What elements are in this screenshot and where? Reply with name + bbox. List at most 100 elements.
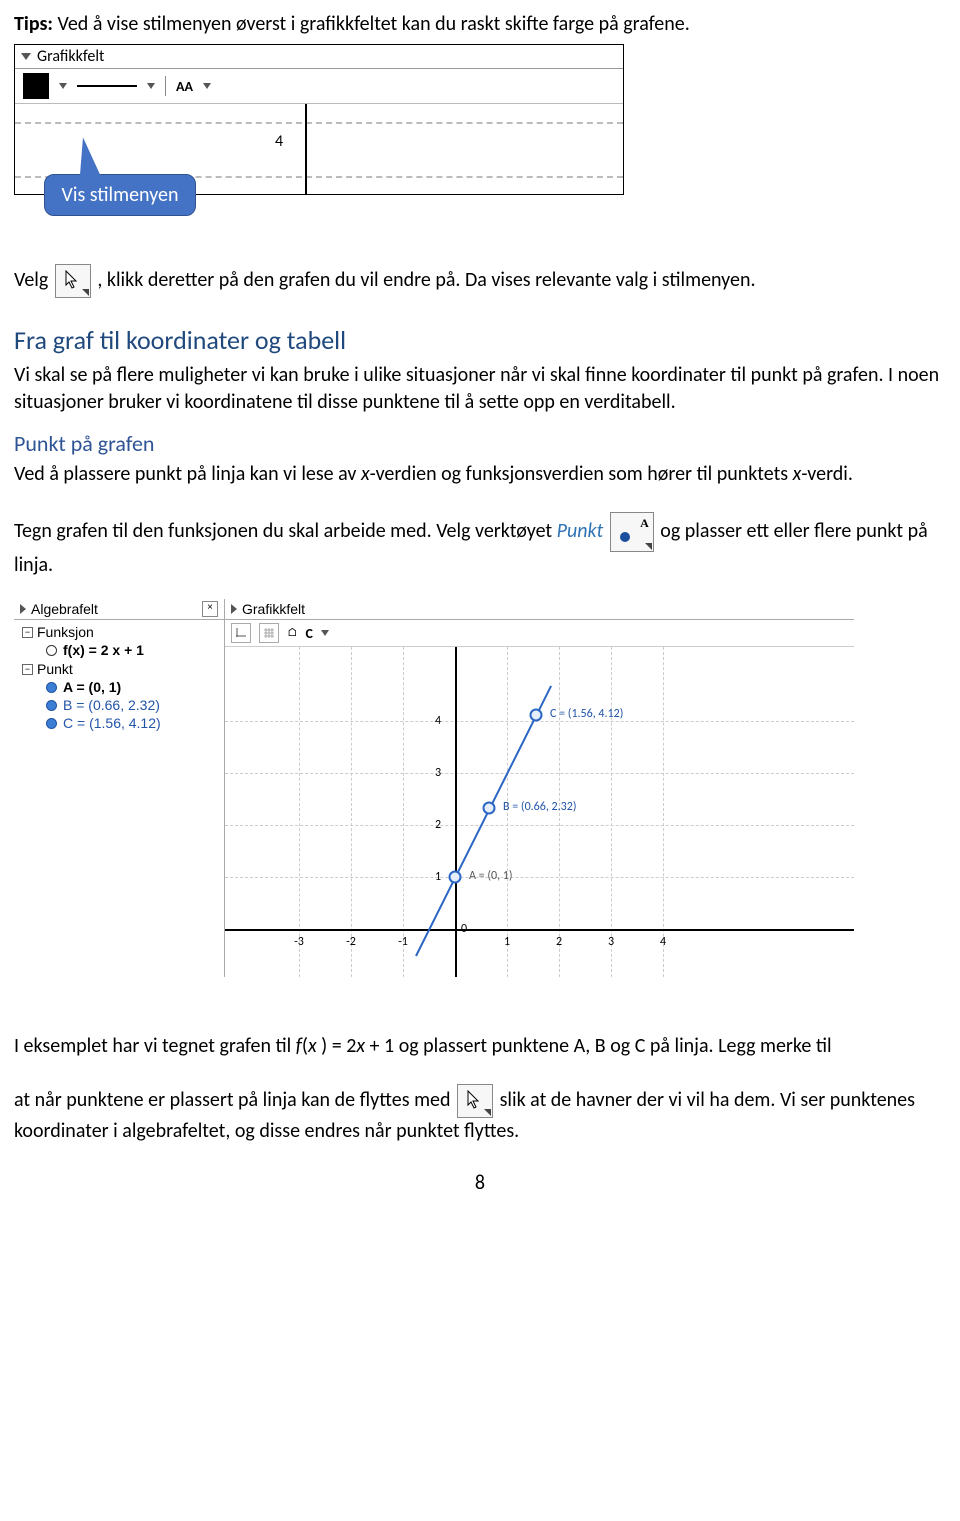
chevron-down-icon (21, 53, 31, 60)
tree-label-punkt: Punkt (37, 661, 73, 677)
heading-punkt-pa-grafen: Punkt på grafen (14, 430, 946, 457)
object-visibility-icon (46, 718, 57, 729)
eks-pre: I eksemplet har vi tegnet grafen til (14, 1034, 296, 1058)
tool-dropdown-corner-icon (82, 289, 89, 296)
tree-node-funksjon: − Funksjon (22, 624, 220, 640)
toolbar-c-label: C (306, 625, 313, 642)
grafikk-toolbar: ⌂ C (225, 620, 854, 647)
grafikkfelt-title: Grafikkfelt (37, 47, 104, 66)
move-tool-icon (457, 1084, 493, 1118)
move-tool-icon (55, 264, 91, 298)
y-tick: 3 (435, 766, 441, 780)
algebra-header: Algebrafelt × (14, 599, 224, 620)
grafikk-pane: Grafikkfelt ⌂ C (224, 599, 854, 977)
close-pane-icon: × (202, 601, 218, 617)
toolbar-separator (165, 76, 166, 96)
tegn-grafen-line: Tegn grafen til den funksjonen du skal a… (14, 512, 946, 579)
grafikkfelt-header: Grafikkfelt (15, 45, 623, 69)
grafikk-title: Grafikkfelt (242, 601, 305, 617)
velg-line: Velg , klikk deretter på den grafen du v… (14, 264, 946, 298)
y-axis (305, 104, 307, 194)
line3-pre: Tegn grafen til den funksjonen du skal a… (14, 519, 557, 543)
style-toolbar: AA (15, 69, 623, 104)
page-number: 8 (14, 1171, 946, 1195)
tips-label: Tips: (14, 12, 53, 36)
dropdown-indicator-icon (321, 630, 329, 636)
point-c-label: C = (1.56, 4.12) (550, 707, 623, 721)
dropdown-indicator-icon (147, 83, 155, 89)
var-x: x (356, 1034, 365, 1058)
tips-text: Ved å vise stilmenyen øverst i grafikkfe… (57, 12, 689, 36)
tree-item-b: B = (0.66, 2.32) (46, 697, 220, 713)
cursor-arrow-icon (467, 1090, 481, 1110)
tool-dropdown-corner-icon (484, 1109, 491, 1116)
var-x: x (361, 462, 370, 486)
velg-mid: , klikk deretter på den grafen du vil en… (97, 268, 755, 292)
point-a-dot (449, 871, 462, 884)
object-visibility-icon (46, 645, 57, 656)
color-swatch-black (23, 73, 49, 99)
object-visibility-icon (46, 682, 57, 693)
axes-toggle-icon (231, 623, 251, 643)
x-tick: 3 (608, 935, 614, 949)
example-line: I eksemplet har vi tegnet grafen til f(x… (14, 1033, 946, 1060)
point-c-dot (530, 709, 543, 722)
point-dot-icon (620, 532, 630, 542)
velg-pre: Velg (14, 268, 53, 292)
tool-name-punkt: Punkt (557, 519, 604, 543)
tips-line: Tips: Ved å vise stilmenyen øverst i gra… (14, 12, 946, 36)
y-axis (455, 647, 457, 977)
x-tick: 2 (556, 935, 562, 949)
eq-part: = 2 (327, 1034, 356, 1058)
algebra-pane: Algebrafelt × − Funksjon f(x) = 2 x + 1 … (14, 599, 224, 977)
x-axis (225, 929, 854, 931)
dropdown-indicator-icon (59, 83, 67, 89)
gridline (15, 122, 623, 124)
section2-pre: Ved å plassere punkt på linja kan vi les… (14, 462, 361, 486)
section1-body: Vi skal se på flere muligheter vi kan br… (14, 362, 946, 416)
grafikk-header: Grafikkfelt (225, 599, 854, 620)
tree-item-fx: f(x) = 2 x + 1 (46, 642, 220, 658)
figure-grafikkfelt-toolbar: Grafikkfelt AA 4 Vis stilmenyen (14, 44, 624, 244)
x-tick: -2 (346, 935, 356, 949)
algebra-tree: − Funksjon f(x) = 2 x + 1 − Punkt A = (0… (14, 620, 224, 735)
tree-item-a: A = (0, 1) (46, 679, 220, 695)
callout-vis-stilmenyen: Vis stilmenyen (44, 174, 196, 216)
object-visibility-icon (46, 700, 57, 711)
tree-item-c: C = (1.56, 4.12) (46, 715, 220, 731)
point-tool-icon: A (610, 512, 654, 552)
section2-body: Ved å plassere punkt på linja kan vi les… (14, 461, 946, 488)
line-style-sample (77, 85, 137, 87)
tree-collapse-icon: − (22, 664, 33, 675)
tool-dropdown-corner-icon (645, 543, 652, 550)
cursor-arrow-icon (65, 270, 79, 290)
heading-fra-graf: Fra graf til koordinater og tabell (14, 324, 946, 356)
point-b-def: B = (0.66, 2.32) (63, 697, 160, 713)
grid-toggle-icon (259, 623, 279, 643)
point-b-label: B = (0.66, 2.32) (503, 800, 576, 814)
y-tick: 4 (435, 714, 441, 728)
last-pre: at når punktene er plassert på linja kan… (14, 1088, 455, 1112)
tree-label-funksjon: Funksjon (37, 624, 94, 640)
tree-node-punkt: − Punkt (22, 661, 220, 677)
var-x: x (308, 1034, 317, 1058)
home-icon: ⌂ (287, 626, 298, 640)
x-tick: -1 (398, 935, 408, 949)
point-c-def: C = (1.56, 4.12) (63, 715, 161, 731)
y-tick-4: 4 (275, 132, 283, 151)
tree-collapse-icon: − (22, 627, 33, 638)
x-tick: 4 (660, 935, 666, 949)
point-a-label: A = (0, 1) (469, 869, 513, 883)
section2-mid2: -verdi. (801, 462, 853, 486)
y-tick: 1 (435, 870, 441, 884)
eks-rest: + 1 og plassert punktene A, B og C på li… (365, 1034, 832, 1058)
point-label-a: A (640, 515, 649, 531)
section2-mid1: -verdien og funksjonsverdien som hører t… (370, 462, 793, 486)
dropdown-indicator-icon (203, 83, 211, 89)
chevron-right-icon (231, 604, 237, 614)
fx-def: f(x) = 2 x + 1 (63, 642, 144, 658)
last-line: at når punktene er plassert på linja kan… (14, 1084, 946, 1145)
algebra-title: Algebrafelt (31, 601, 98, 617)
x-tick: -3 (294, 935, 304, 949)
callout-text: Vis stilmenyen (62, 183, 179, 207)
